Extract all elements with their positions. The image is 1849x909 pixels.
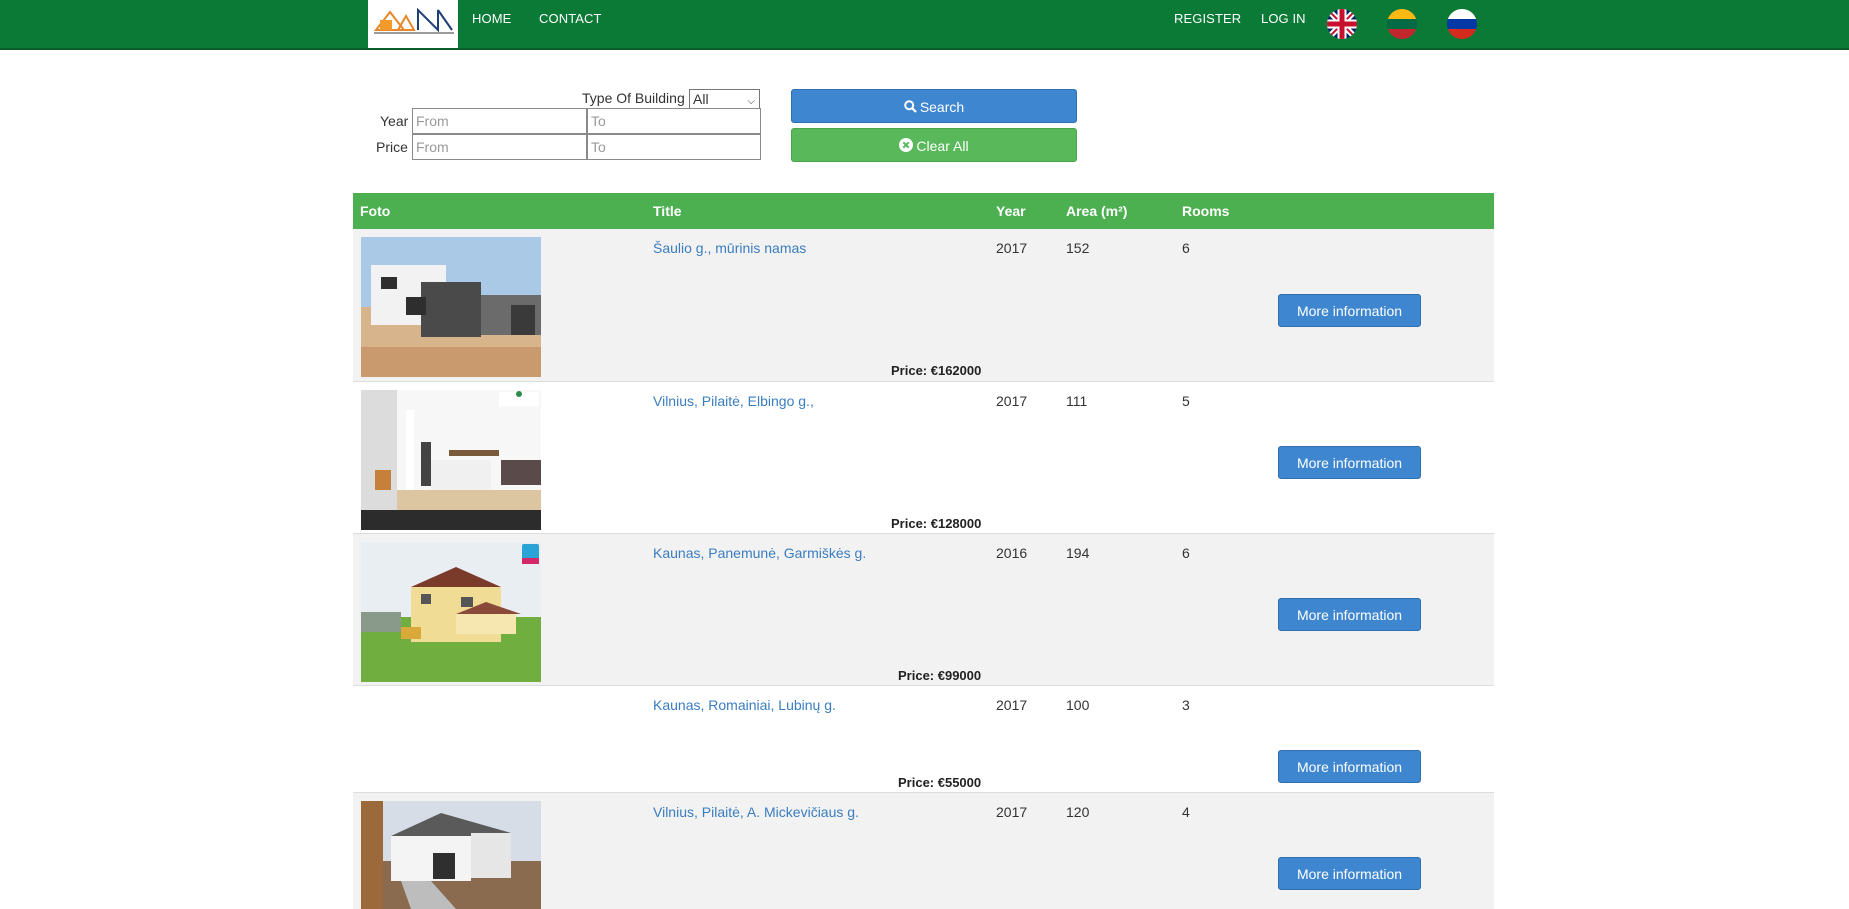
nav-contact[interactable]: CONTACT	[539, 11, 602, 26]
property-title-link[interactable]: Šaulio g., mūrinis namas	[653, 240, 806, 256]
type-of-building-label: Type Of Building	[582, 90, 685, 106]
search-button[interactable]: Search	[791, 89, 1077, 123]
header-foto: Foto	[360, 203, 391, 219]
more-information-button[interactable]: More information	[1278, 857, 1421, 890]
rooms-cell: 5	[1182, 393, 1190, 409]
logo-caption	[374, 32, 454, 34]
area-cell: 120	[1066, 804, 1090, 820]
clear-all-button[interactable]: Clear All	[791, 128, 1077, 162]
property-photo[interactable]	[361, 237, 541, 377]
search-icon	[904, 91, 917, 125]
rooms-cell: 3	[1182, 697, 1190, 713]
price-label: Price: €99000	[898, 668, 982, 683]
type-of-building-select[interactable]: All ⌵	[689, 89, 760, 109]
navbar: HOME CONTACT REGISTER LOG IN	[0, 0, 1849, 50]
year-cell: 2017	[996, 240, 1028, 256]
nav-register[interactable]: REGISTER	[1174, 11, 1241, 26]
close-circle-icon	[899, 130, 914, 164]
property-photo[interactable]	[361, 801, 541, 909]
rooms-cell: 6	[1182, 545, 1190, 561]
lt-flag-icon[interactable]	[1387, 9, 1417, 39]
header-rooms: Rooms	[1182, 203, 1230, 219]
year-to-input[interactable]: To	[587, 108, 761, 134]
header-year: Year	[996, 203, 1026, 219]
header-area: Area (m²)	[1066, 203, 1128, 219]
table-row: Kaunas, Panemunė, Garmiškės g. 2016 194 …	[353, 534, 1494, 686]
results-table-header: Foto Title Year Area (m²) Rooms	[353, 193, 1494, 229]
year-cell: 2017	[996, 804, 1028, 820]
price-label: Price: €55000	[898, 775, 982, 790]
more-information-button[interactable]: More information	[1278, 598, 1421, 631]
property-title-link[interactable]: Kaunas, Romainiai, Lubinų g.	[653, 697, 836, 713]
search-button-label: Search	[919, 99, 965, 115]
type-select-value: All	[693, 91, 709, 107]
table-row: Kaunas, Romainiai, Lubinų g. 2017 100 3 …	[353, 686, 1494, 793]
nav-login[interactable]: LOG IN	[1261, 11, 1306, 26]
year-from-input[interactable]: From	[412, 108, 587, 134]
en-flag-icon[interactable]	[1327, 9, 1357, 39]
price-from-input[interactable]: From	[412, 134, 587, 160]
year-cell: 2016	[996, 545, 1028, 561]
site-logo[interactable]	[368, 0, 458, 48]
price-label: Price: €128000	[891, 516, 982, 531]
rooms-cell: 4	[1182, 804, 1190, 820]
property-photo[interactable]	[361, 390, 541, 530]
area-cell: 100	[1066, 697, 1090, 713]
property-title-link[interactable]: Vilnius, Pilaitė, Elbingo g.,	[653, 393, 814, 409]
table-row: Vilnius, Pilaitė, Elbingo g., 2017 111 5…	[353, 382, 1494, 534]
table-row: Šaulio g., mūrinis namas 2017 152 6 Pric…	[353, 229, 1494, 382]
table-row: Vilnius, Pilaitė, A. Mickevičiaus g. 201…	[353, 793, 1494, 909]
more-information-button[interactable]: More information	[1278, 446, 1421, 479]
year-cell: 2017	[996, 697, 1028, 713]
area-cell: 152	[1066, 240, 1090, 256]
price-to-input[interactable]: To	[587, 134, 761, 160]
ru-flag-icon[interactable]	[1447, 9, 1477, 39]
area-cell: 194	[1066, 545, 1090, 561]
area-cell: 111	[1066, 393, 1088, 409]
clear-button-label: Clear All	[916, 138, 969, 154]
price-label: Price: €162000	[891, 363, 982, 378]
logo-house-icon	[373, 7, 453, 32]
more-information-button[interactable]: More information	[1278, 294, 1421, 327]
year-label: Year	[380, 113, 409, 129]
property-title-link[interactable]: Kaunas, Panemunė, Garmiškės g.	[653, 545, 866, 561]
rooms-cell: 6	[1182, 240, 1190, 256]
nav-home[interactable]: HOME	[472, 11, 511, 26]
header-title: Title	[653, 203, 682, 219]
price-label: Price	[376, 139, 408, 155]
more-information-button[interactable]: More information	[1278, 750, 1421, 783]
property-photo[interactable]	[361, 542, 541, 682]
year-cell: 2017	[996, 393, 1028, 409]
property-title-link[interactable]: Vilnius, Pilaitė, A. Mickevičiaus g.	[653, 804, 859, 820]
